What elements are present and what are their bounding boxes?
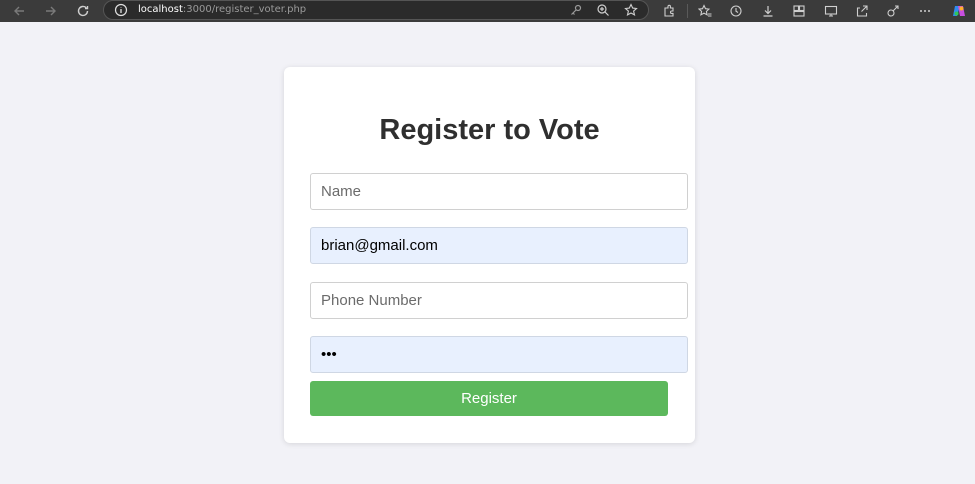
address-bar[interactable]: localhost:3000/register_voter.php xyxy=(103,0,649,20)
extensions-icon[interactable] xyxy=(660,2,678,20)
phone-input[interactable] xyxy=(310,282,688,319)
collections-icon[interactable] xyxy=(790,2,808,20)
copilot-icon[interactable] xyxy=(950,2,968,20)
performance-icon[interactable] xyxy=(884,2,902,20)
share-icon[interactable] xyxy=(853,2,871,20)
url-path: :3000/register_voter.php xyxy=(182,4,307,15)
key-icon[interactable] xyxy=(567,1,585,19)
star-icon[interactable] xyxy=(622,1,640,19)
download-icon[interactable] xyxy=(759,2,777,20)
email-input[interactable] xyxy=(310,227,688,264)
more-icon[interactable] xyxy=(916,2,934,20)
name-input[interactable] xyxy=(310,173,688,210)
password-input[interactable] xyxy=(310,336,688,373)
register-button[interactable]: Register xyxy=(310,381,668,416)
back-icon[interactable] xyxy=(10,2,28,20)
screencast-icon[interactable] xyxy=(822,2,840,20)
favorites-icon[interactable] xyxy=(696,2,714,20)
zoom-icon[interactable] xyxy=(594,1,612,19)
page-title: Register to Vote xyxy=(379,114,600,146)
history-icon[interactable] xyxy=(727,2,745,20)
reload-icon[interactable] xyxy=(74,2,92,20)
register-card: Register to Vote Register xyxy=(284,67,695,443)
url-host: localhost xyxy=(138,4,183,15)
browser-toolbar: localhost:3000/register_voter.php xyxy=(0,0,975,22)
info-icon[interactable] xyxy=(114,3,128,17)
forward-icon[interactable] xyxy=(42,2,60,20)
url-text: localhost:3000/register_voter.php xyxy=(138,4,306,15)
toolbar-divider xyxy=(687,4,688,18)
